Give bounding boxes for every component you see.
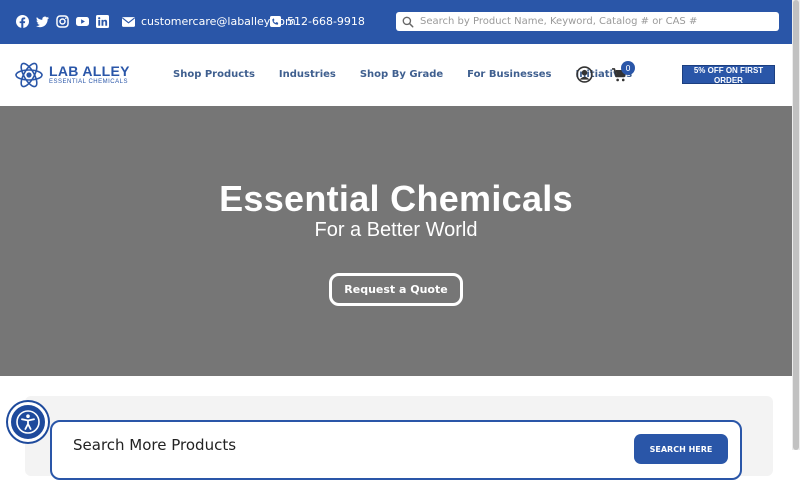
promo-subtext: Click To See The Code bbox=[696, 86, 761, 92]
logo-tagline: ESSENTIAL CHEMICALS bbox=[49, 79, 128, 85]
top-bar: customercare@laballey.com 512-668-9918 bbox=[0, 0, 792, 44]
nav-shop-by-grade[interactable]: Shop By Grade bbox=[360, 69, 443, 80]
social-links bbox=[16, 15, 109, 28]
nav-industries[interactable]: Industries bbox=[279, 69, 336, 80]
hero-banner: Essential Chemicals For a Better World R… bbox=[0, 106, 792, 376]
youtube-icon[interactable] bbox=[76, 15, 89, 28]
nav-for-businesses[interactable]: For Businesses bbox=[467, 69, 551, 80]
phone-icon bbox=[270, 16, 281, 27]
atom-logo-icon bbox=[15, 62, 43, 88]
phone-text: 512-668-9918 bbox=[287, 15, 365, 28]
logo-text: LAB ALLEY ESSENTIAL CHEMICALS bbox=[49, 64, 130, 86]
main-header: LAB ALLEY ESSENTIAL CHEMICALS Shop Produ… bbox=[0, 44, 792, 106]
search-products-title: Search More Products bbox=[73, 436, 237, 454]
account-icon[interactable] bbox=[576, 66, 593, 83]
logo-name: LAB ALLEY bbox=[49, 63, 130, 79]
search-input[interactable] bbox=[420, 16, 770, 27]
hero-title: Essential Chemicals bbox=[219, 178, 573, 219]
site-logo[interactable]: LAB ALLEY ESSENTIAL CHEMICALS bbox=[14, 60, 130, 90]
cart-count-badge: 0 bbox=[621, 61, 635, 75]
envelope-icon bbox=[122, 16, 135, 27]
request-quote-button[interactable]: Request a Quote bbox=[329, 273, 463, 306]
search-here-button[interactable]: SEARCH HERE bbox=[634, 434, 728, 464]
scrollbar-thumb[interactable] bbox=[793, 0, 799, 450]
search-icon[interactable] bbox=[402, 16, 414, 28]
promo-banner[interactable]: 5% OFF ON FIRST ORDER Click To See The C… bbox=[682, 65, 775, 92]
hero-subtitle: For a Better World bbox=[314, 219, 478, 241]
promo-headline: 5% OFF ON FIRST ORDER bbox=[693, 66, 764, 85]
main-nav: Shop Products Industries Shop By Grade F… bbox=[173, 69, 632, 80]
accessibility-icon bbox=[16, 410, 40, 434]
accessibility-button[interactable] bbox=[8, 402, 48, 442]
instagram-icon[interactable] bbox=[56, 15, 69, 28]
linkedin-icon[interactable] bbox=[96, 15, 109, 28]
search-bar[interactable] bbox=[396, 12, 779, 31]
twitter-icon[interactable] bbox=[36, 15, 49, 28]
facebook-icon[interactable] bbox=[16, 15, 29, 28]
nav-shop-products[interactable]: Shop Products bbox=[173, 69, 255, 80]
phone-link[interactable]: 512-668-9918 bbox=[270, 15, 365, 28]
